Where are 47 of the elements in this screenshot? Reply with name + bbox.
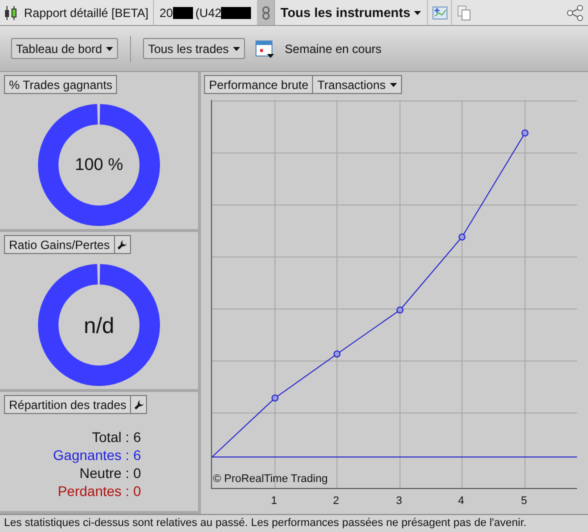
chain-link-icon — [262, 6, 270, 20]
panel-title: Répartition des trades — [4, 395, 148, 414]
caret-icon — [232, 46, 240, 50]
data-point — [334, 350, 340, 358]
calendar-icon — [254, 38, 275, 58]
chart-add-icon — [432, 6, 448, 20]
copyright-notice: © ProRealTime Trading — [213, 472, 328, 486]
redaction-block — [172, 6, 194, 18]
donut-value: n/d — [84, 312, 114, 340]
transactions-dropdown[interactable]: Transactions — [312, 76, 401, 93]
instrument-dropdown[interactable]: Tous les instruments — [274, 0, 428, 25]
dashboard-dropdown[interactable]: Tableau de bord — [11, 38, 118, 59]
settings-button[interactable] — [130, 396, 146, 413]
panel-title: Ratio Gains/Pertes — [4, 235, 131, 254]
share-icon — [567, 4, 585, 20]
trades-dropdown[interactable]: Tous les trades — [143, 38, 245, 59]
candlestick-icon — [4, 6, 18, 20]
wrench-icon — [117, 240, 128, 250]
chart-header: Performance brute Transactions — [204, 75, 402, 94]
x-axis-label: 4 — [458, 494, 464, 509]
data-point — [396, 306, 404, 314]
calendar-button[interactable] — [254, 38, 275, 58]
data-point — [458, 234, 466, 240]
period-label: Semaine en cours — [284, 40, 382, 58]
caret-icon — [414, 10, 422, 14]
panel-title: % Trades gagnants — [4, 75, 118, 94]
disclaimer-text: Les statistiques ci-dessus sont relatives au passé. Les performances passées ne présagent pas de l'avenir. — [4, 516, 526, 532]
trade-count: Total : 6 — [92, 428, 141, 446]
data-point — [272, 394, 278, 402]
wrench-icon — [134, 400, 144, 410]
documents-icon — [457, 4, 472, 20]
redaction-block — [221, 6, 251, 18]
x-axis-label: 1 — [270, 494, 278, 509]
link-button[interactable] — [258, 0, 275, 25]
data-point — [522, 130, 528, 136]
x-axis-label: 3 — [396, 494, 402, 509]
trade-count: Perdantes : 0 — [58, 482, 141, 500]
caret-icon — [390, 82, 397, 86]
x-axis-label: 5 — [520, 494, 528, 509]
report-title: Rapport détaillé [BETA] — [24, 4, 149, 22]
x-axis-label: 2 — [332, 494, 340, 509]
trade-count: Neutre : 0 — [80, 464, 141, 482]
account-id: (U42 — [195, 4, 222, 22]
donut-value: 100 % — [74, 154, 124, 176]
caret-icon — [106, 46, 114, 50]
trade-count: Gagnantes : 6 — [53, 446, 141, 464]
account-prefix: 20 — [160, 4, 173, 22]
